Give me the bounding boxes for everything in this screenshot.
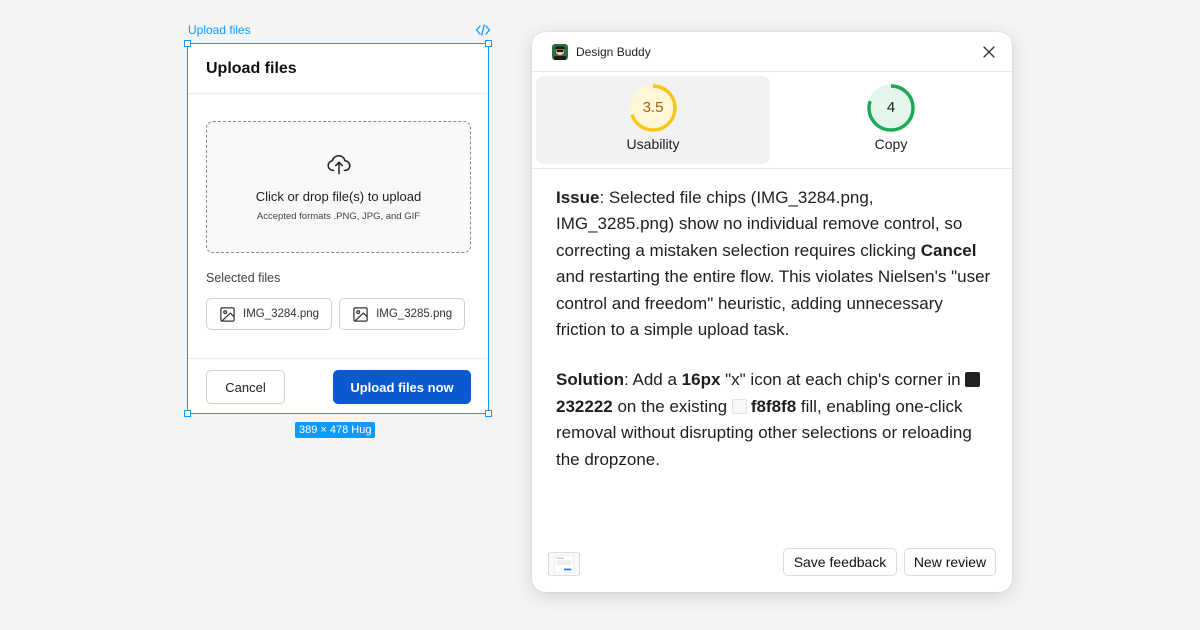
avatar — [552, 43, 568, 60]
cancel-button[interactable]: Cancel — [206, 370, 285, 404]
solution-text: on the existing — [612, 396, 732, 416]
copy-label: Copy — [874, 136, 908, 152]
issue-text: and restarting the entire flow. This vio… — [556, 267, 991, 340]
file-chip[interactable]: IMG_3285.png — [339, 298, 466, 330]
resize-handle-bottom-left[interactable] — [184, 410, 191, 417]
design-buddy-panel: Design Buddy 3.5 Usability 4 Copy Issue:… — [532, 32, 1012, 592]
upload-files-button[interactable]: Upload files now — [333, 370, 471, 404]
modal-header: Upload files — [188, 44, 488, 94]
image-icon — [220, 306, 235, 322]
modal-footer: Cancel Upload files now — [188, 358, 488, 404]
file-chips: IMG_3284.png IMG_3285.png — [206, 298, 466, 330]
file-chip-label: IMG_3284.png — [243, 308, 320, 320]
resize-handle-top-left[interactable] — [184, 40, 191, 47]
resize-handle-top-right[interactable] — [485, 40, 492, 47]
solution-paragraph: Solution: Add a 16px "x" icon at each ch… — [556, 367, 996, 473]
frame-label[interactable]: Upload files — [188, 23, 251, 37]
color-hex: 232222 — [556, 396, 613, 416]
copy-score-value: 4 — [886, 99, 896, 116]
solution-text: : Add a — [623, 370, 682, 390]
dropzone[interactable]: Click or drop file(s) to upload Accepted… — [206, 121, 471, 253]
solution-text: "x" icon at each chip's corner in — [720, 370, 966, 390]
dropzone-subtitle: Accepted formats .PNG, JPG, and GIF — [256, 211, 421, 222]
code-icon[interactable] — [475, 22, 491, 38]
usability-score-value: 3.5 — [642, 99, 664, 116]
usability-label: Usability — [626, 136, 680, 152]
issue-paragraph: Issue: Selected file chips (IMG_3284.png… — [556, 185, 996, 343]
upload-modal-frame[interactable]: Upload files Click or drop file(s) to up… — [184, 40, 492, 417]
tab-copy[interactable]: 4 Copy — [774, 76, 1008, 164]
feedback-text: Issue: Selected file chips (IMG_3284.png… — [556, 185, 996, 497]
file-chip-label: IMG_3285.png — [376, 308, 453, 320]
color-swatch-light — [731, 398, 747, 414]
frame-thumbnail[interactable] — [548, 552, 580, 576]
close-icon[interactable] — [982, 45, 996, 59]
color-hex: f8f8f8 — [750, 396, 797, 416]
cloud-upload-icon — [327, 155, 351, 175]
save-feedback-button[interactable]: Save feedback — [783, 548, 897, 576]
tab-usability[interactable]: 3.5 Usability — [536, 76, 770, 164]
solution-label: Solution — [556, 370, 624, 390]
image-icon — [353, 306, 368, 322]
new-review-button[interactable]: New review — [904, 548, 996, 576]
panel-header: Design Buddy — [532, 32, 1012, 72]
solution-emphasis: 16px — [681, 370, 721, 390]
size-badge: 389 × 478 Hug — [295, 422, 376, 438]
file-chip[interactable]: IMG_3284.png — [206, 298, 333, 330]
issue-label: Issue — [556, 188, 600, 207]
dropzone-title: Click or drop file(s) to upload — [255, 189, 422, 204]
score-tabs: 3.5 Usability 4 Copy — [532, 72, 1012, 169]
color-swatch-dark — [965, 372, 981, 388]
issue-emphasis: Cancel — [920, 240, 977, 260]
resize-handle-bottom-right[interactable] — [485, 410, 492, 417]
selected-files-label: Selected files — [206, 271, 281, 285]
issue-text: : Selected file chips (IMG_3284.png, IMG… — [556, 188, 963, 260]
panel-title: Design Buddy — [576, 44, 651, 59]
modal-title: Upload files — [206, 60, 297, 77]
